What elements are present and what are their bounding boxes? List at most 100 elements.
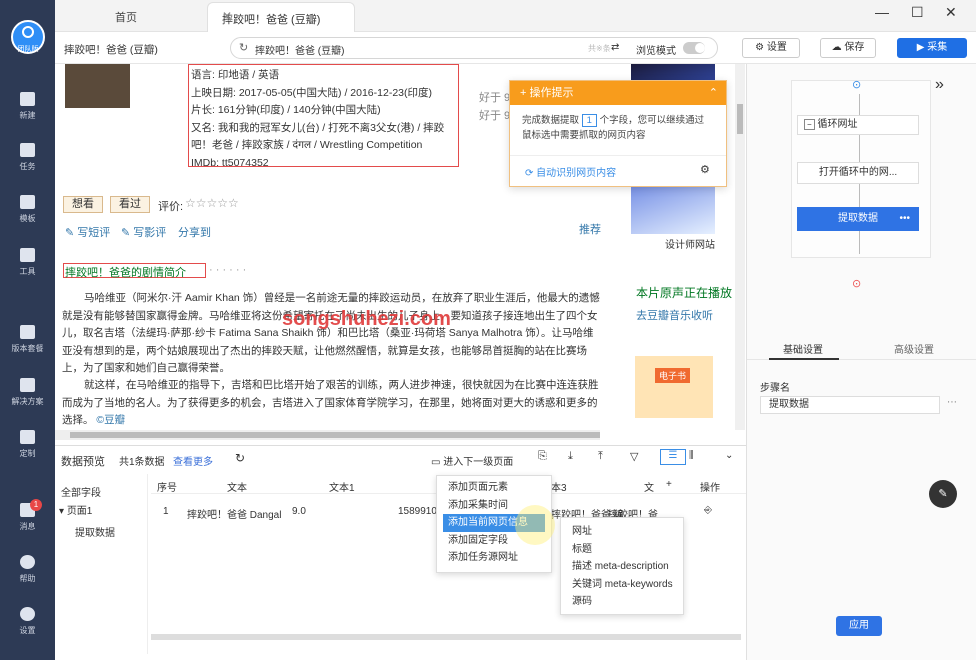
write-review-link[interactable]: ✎ 写影评 — [121, 224, 166, 240]
submenu-title[interactable]: 标题 — [561, 541, 683, 559]
watermark: songshuhezi.com — [282, 308, 451, 330]
movie-info: 语言: 印地语 / 英语 上映日期: 2017-05-05(中国大陆) / 20… — [191, 69, 445, 169]
minimize-icon[interactable]: — — [875, 4, 889, 20]
task-icon — [20, 143, 35, 157]
preview-scrollbar[interactable] — [151, 634, 741, 640]
settings-button[interactable]: ⚙ 设置 — [742, 38, 800, 58]
add-column-icon[interactable]: + — [666, 479, 672, 490]
sidebar-item-custom[interactable]: 定制 — [0, 430, 55, 459]
menu-add-page-element[interactable]: 添加页面元素 — [437, 479, 551, 497]
settings-tabs: 基础设置 高级设置 — [747, 336, 976, 360]
expand-panel-icon[interactable]: » — [935, 76, 944, 94]
sidebar-item-help[interactable]: 帮助 — [0, 555, 55, 584]
sidebar-item-solutions[interactable]: 解决方案 — [0, 378, 55, 407]
gear-icon — [20, 607, 35, 621]
upload-icon[interactable]: ⤒ — [598, 450, 603, 463]
apply-button[interactable]: 应用 — [836, 616, 882, 636]
toolbox-icon — [20, 248, 35, 262]
plot-paragraph-1: 马哈维亚（阿米尔·汗 Aamir Khan 饰）曾经是一名前途无量的摔跤运动员，… — [62, 292, 600, 374]
step-name-input[interactable]: 提取数据 — [760, 396, 940, 414]
sidebar-item-tasks[interactable]: 任务 — [0, 143, 55, 172]
window-close-icon[interactable]: ✕ — [945, 4, 957, 21]
list-view-icon[interactable]: ☰ — [660, 449, 686, 465]
more-icon[interactable]: ••• — [899, 208, 910, 230]
tab-basic-settings[interactable]: 基础设置 — [783, 341, 823, 356]
thumbs-up-icon — [20, 325, 35, 339]
plot-paragraph-2: 就这样，在马哈维亚的指导下，吉塔和巴比塔开始了艰苦的训练，两人进步神速，很快就因… — [62, 379, 599, 426]
plus-icon — [20, 92, 35, 106]
menu-add-source-url[interactable]: 添加任务源网址 — [437, 549, 551, 567]
collect-button[interactable]: ▶ 采集 — [897, 38, 967, 58]
submenu: 网址 标题 描述 meta-description 关键词 meta-keywo… — [560, 517, 684, 615]
refresh-icon[interactable]: ↻ — [239, 41, 248, 54]
download-icon[interactable]: ⤓ — [568, 450, 573, 463]
recommend-link[interactable]: 推荐 — [579, 221, 601, 237]
magic-wand-icon[interactable]: ✎ — [929, 480, 957, 508]
ebook-ad[interactable]: 电子书 — [635, 356, 713, 418]
auto-detect-link[interactable]: ⟳ 自动识别网页内容 — [525, 164, 616, 179]
tip-settings-icon[interactable]: ⚙ — [700, 163, 710, 176]
tree-extract-data[interactable]: 提取数据 — [75, 524, 115, 539]
collapse-icon[interactable]: ⌃ — [709, 81, 718, 105]
sidebar-item-templates[interactable]: 模板 — [0, 195, 55, 224]
want-button[interactable]: 想看 — [63, 196, 103, 213]
tab-bar: 首页 摔跤吧！爸爸 (豆瓣) ✕ — ☐ ✕ — [55, 0, 976, 32]
sidebar-item-tools[interactable]: 工具 — [0, 248, 55, 277]
address-bar: 摔跤吧！爸爸 (豆瓣) ↻ 摔跤吧！爸爸 (豆瓣) 共※条 ⇄ 浏览模式 ⚙ 设… — [55, 32, 976, 64]
submenu-description[interactable]: 描述 meta-description — [561, 558, 683, 576]
operation-tip-popup: + 操作提示 ⌃ 完成数据提取 1 个字段，您可以继续通过 鼠标选中需要抓取的网页… — [509, 80, 727, 187]
extract-data-node[interactable]: 提取数据 ••• — [797, 207, 919, 231]
sidebar-item-plans[interactable]: 版本套餐 — [0, 325, 55, 354]
team-logo[interactable]: 团队版 — [11, 20, 45, 54]
tab-home[interactable]: 首页 — [115, 9, 137, 25]
douban-music-link[interactable]: 去豆瓣音乐收听 — [636, 307, 713, 323]
workflow-panel: » ⊙ − 循环网址 打开循环中的网... 提取数据 ••• ⊙ 基础设置 高级设… — [746, 64, 976, 660]
tree-all-fields[interactable]: 全部字段 — [61, 484, 101, 499]
seen-button[interactable]: 看过 — [110, 196, 150, 213]
sidebar-item-settings[interactable]: 设置 — [0, 607, 55, 636]
loop-url-node[interactable]: − 循环网址 — [797, 115, 919, 135]
start-icon: ⊙ — [852, 79, 862, 91]
close-icon[interactable]: ✕ — [222, 9, 346, 23]
column-view-icon[interactable]: ⫼ — [689, 450, 694, 461]
sidebar-item-new[interactable]: 新建 — [0, 92, 55, 121]
refresh-icon[interactable]: ↻ — [235, 451, 245, 465]
sidebar-item-messages[interactable]: 消息 1 — [0, 499, 55, 532]
filter-icon[interactable]: ▽ — [630, 450, 638, 463]
write-short-link[interactable]: ✎ 写短评 — [65, 224, 110, 240]
maximize-icon[interactable]: ☐ — [911, 4, 924, 21]
plot-title: 摔跤吧！爸爸的剧情简介 — [65, 267, 186, 279]
next-level-button[interactable]: ▭ 进入下一级页面 — [431, 453, 513, 468]
tip-header: + 操作提示 ⌃ — [510, 81, 726, 105]
browse-mode-toggle[interactable] — [683, 42, 705, 54]
submenu-source[interactable]: 源码 — [561, 593, 683, 611]
row-action-icon[interactable]: ⎆ — [704, 505, 712, 516]
open-loop-node[interactable]: 打开循环中的网... — [797, 162, 919, 184]
rating-stars[interactable]: ☆☆☆☆☆ — [185, 196, 239, 210]
tree-page1[interactable]: ▾ 页面1 — [59, 502, 92, 517]
page-title: 摔跤吧！爸爸 (豆瓣) — [64, 44, 158, 56]
vertical-scrollbar[interactable] — [735, 64, 745, 430]
horizontal-scrollbar[interactable] — [55, 430, 600, 440]
field-tree: 全部字段 ▾ 页面1 提取数据 — [55, 474, 148, 654]
share-link[interactable]: 分享到 — [178, 224, 211, 240]
template-icon — [20, 195, 35, 209]
message-badge: 1 — [30, 499, 42, 511]
url-field[interactable]: ↻ 摔跤吧！爸爸 (豆瓣) 共※条 ⇄ 浏览模式 — [230, 37, 718, 59]
collapse-panel-icon[interactable]: ⌄ — [725, 450, 733, 461]
tab-active[interactable]: 摔跤吧！爸爸 (豆瓣) ✕ — [207, 2, 355, 32]
sidebar: 团队版 新建 任务 模板 工具 版本套餐 解决方案 定制 消息 1 帮助 设置 — [0, 0, 55, 660]
save-button[interactable]: ☁ 保存 — [820, 38, 876, 58]
view-more-link[interactable]: 查看更多 — [173, 453, 213, 468]
translate-icon[interactable]: ⇄ — [611, 42, 619, 53]
tab-advanced-settings[interactable]: 高级设置 — [894, 341, 934, 356]
more-options-icon[interactable]: ⋯ — [947, 397, 957, 408]
submenu-keywords[interactable]: 关键词 meta-keywords — [561, 576, 683, 594]
help-icon — [20, 555, 35, 569]
submenu-url[interactable]: 网址 — [561, 523, 683, 541]
export-icon[interactable]: ⎘ — [538, 450, 547, 463]
custom-icon — [20, 430, 35, 444]
cursor-highlight — [515, 505, 555, 545]
movie-poster[interactable] — [65, 64, 130, 108]
end-icon: ⊙ — [852, 278, 862, 290]
